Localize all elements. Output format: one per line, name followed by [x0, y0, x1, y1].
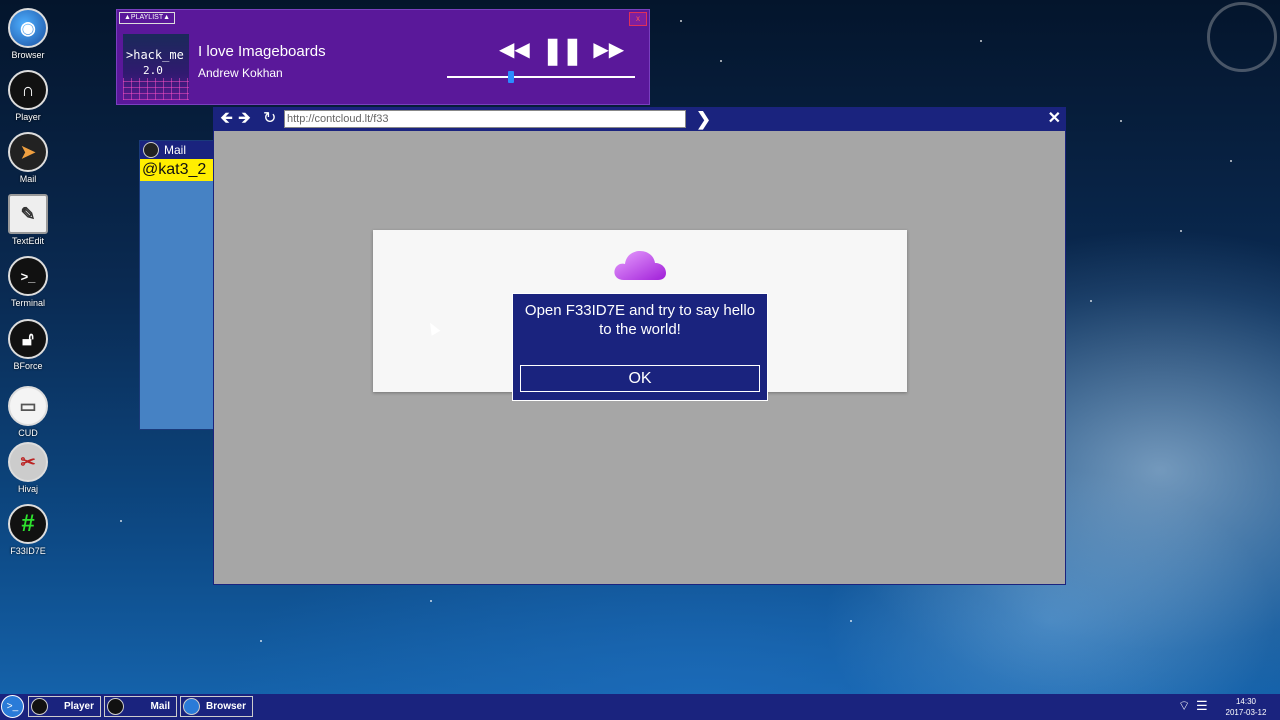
hash-icon: #: [8, 504, 48, 544]
reload-icon[interactable]: ↻: [263, 109, 276, 129]
desktop-icon-browser[interactable]: ◉ Browser: [4, 8, 52, 60]
desktop-icon-label: Browser: [11, 50, 45, 60]
terminal-icon: >_: [8, 256, 48, 296]
clock-time: 14:30: [1235, 697, 1257, 706]
playlist-toggle[interactable]: ▲PLAYLIST▲: [119, 12, 176, 24]
rewind-button[interactable]: ◀◀: [499, 40, 530, 60]
paper-plane-icon: [107, 698, 124, 715]
forward-arrow-icon[interactable]: 🡺: [238, 109, 251, 129]
playback-controls: ◀◀ ❚❚ ▶▶: [499, 37, 624, 63]
taskbar-item-mail[interactable]: Mail: [104, 696, 177, 717]
player-window: ▲PLAYLIST▲ x >hack_me 2.0 I love Imagebo…: [116, 9, 650, 105]
desktop-icon-f33id7e[interactable]: # F33ID7E: [4, 504, 52, 556]
back-arrow-icon[interactable]: 🡸: [220, 109, 233, 129]
desktop-icon-hivaj[interactable]: ✂ Hivaj: [4, 442, 52, 494]
desktop-icon-terminal[interactable]: >_ Terminal: [4, 256, 52, 308]
desktop-icon-player[interactable]: ∩ Player: [4, 70, 52, 122]
desktop-icon-label: Mail: [19, 174, 37, 184]
globe-icon: ◉: [8, 8, 48, 48]
browser-window: 🡸 🡺 ↻ http://contcloud.lt/f33 ❯ ✕ Open F…: [213, 107, 1066, 585]
drive-icon: ▭: [8, 386, 48, 426]
padlock-icon: 🔓︎: [8, 319, 48, 359]
os-logo-icon: [1207, 2, 1277, 72]
start-button[interactable]: >_: [1, 695, 24, 718]
browser-toolbar: 🡸 🡺 ↻ http://contcloud.lt/f33 ❯ ✕: [214, 108, 1065, 131]
notepad-icon: ✎: [8, 194, 48, 234]
browser-close-button[interactable]: ✕: [1048, 108, 1061, 130]
taskbar-item-label: Browser: [205, 701, 246, 712]
seek-bar[interactable]: [447, 71, 635, 83]
taskbar-item-label: Mail: [150, 701, 170, 712]
taskbar-item-player[interactable]: Player: [28, 696, 101, 717]
seek-bar-fill: [447, 76, 511, 78]
go-button[interactable]: ❯: [696, 108, 711, 130]
album-art: >hack_me 2.0: [123, 34, 189, 100]
address-bar[interactable]: http://contcloud.lt/f33: [284, 110, 686, 128]
desktop-icon-label: F33ID7E: [10, 546, 46, 556]
desktop-icon-cud[interactable]: ▭ CUD: [4, 386, 52, 438]
wifi-icon[interactable]: ⌔: [1178, 699, 1190, 713]
song-title: I love Imageboards: [198, 43, 326, 60]
menu-icon[interactable]: ☰: [1196, 699, 1208, 713]
taskbar: >_ Player Mail Browser ⌔ ☰ 14:30 2017-03…: [0, 694, 1280, 720]
clock-date: 2017-03-12: [1225, 708, 1267, 717]
dialog-message: Open F33ID7E and try to say hello to the…: [524, 302, 756, 338]
headphones-icon: [31, 698, 48, 715]
desktop-icon-textedit[interactable]: ✎ TextEdit: [4, 194, 52, 246]
desktop-icon-label: BForce: [13, 361, 43, 371]
mail-window: Mail @kat3_2: [139, 140, 215, 430]
song-artist: Andrew Kokhan: [198, 66, 283, 80]
taskbar-item-label: Player: [63, 701, 94, 712]
cloud-icon: [614, 251, 666, 280]
globe-icon: [183, 698, 200, 715]
fast-forward-button[interactable]: ▶▶: [593, 40, 624, 60]
message-dialog: Open F33ID7E and try to say hello to the…: [512, 293, 768, 401]
player-close-button[interactable]: x: [629, 12, 647, 26]
seek-bar-thumb[interactable]: [507, 71, 514, 83]
desktop-icon-label: CUD: [18, 428, 38, 438]
hijack-icon: ✂: [8, 442, 48, 482]
ok-button[interactable]: OK: [520, 365, 760, 392]
desktop-icon-bforce[interactable]: 🔓︎ BForce: [4, 319, 52, 371]
paper-plane-icon: ➤: [8, 132, 48, 172]
desktop-icon-label: Player: [15, 112, 41, 122]
clock: 14:30 2017-03-12: [1218, 696, 1274, 718]
mail-window-titlebar[interactable]: Mail: [140, 141, 214, 159]
album-art-title: >hack_me: [126, 48, 184, 62]
desktop-icon-label: TextEdit: [11, 236, 44, 246]
desktop-icon-mail[interactable]: ➤ Mail: [4, 132, 52, 184]
mail-username[interactable]: @kat3_2: [140, 159, 214, 181]
mail-window-title: Mail: [164, 143, 187, 157]
pause-button[interactable]: ❚❚: [542, 37, 584, 63]
headphones-icon: ∩: [8, 70, 48, 110]
album-art-subtitle: 2.0: [143, 64, 163, 77]
paper-plane-icon: [143, 142, 159, 158]
desktop-icon-label: Hivaj: [17, 484, 38, 494]
taskbar-item-browser[interactable]: Browser: [180, 696, 253, 717]
desktop-icon-label: Terminal: [10, 298, 45, 308]
